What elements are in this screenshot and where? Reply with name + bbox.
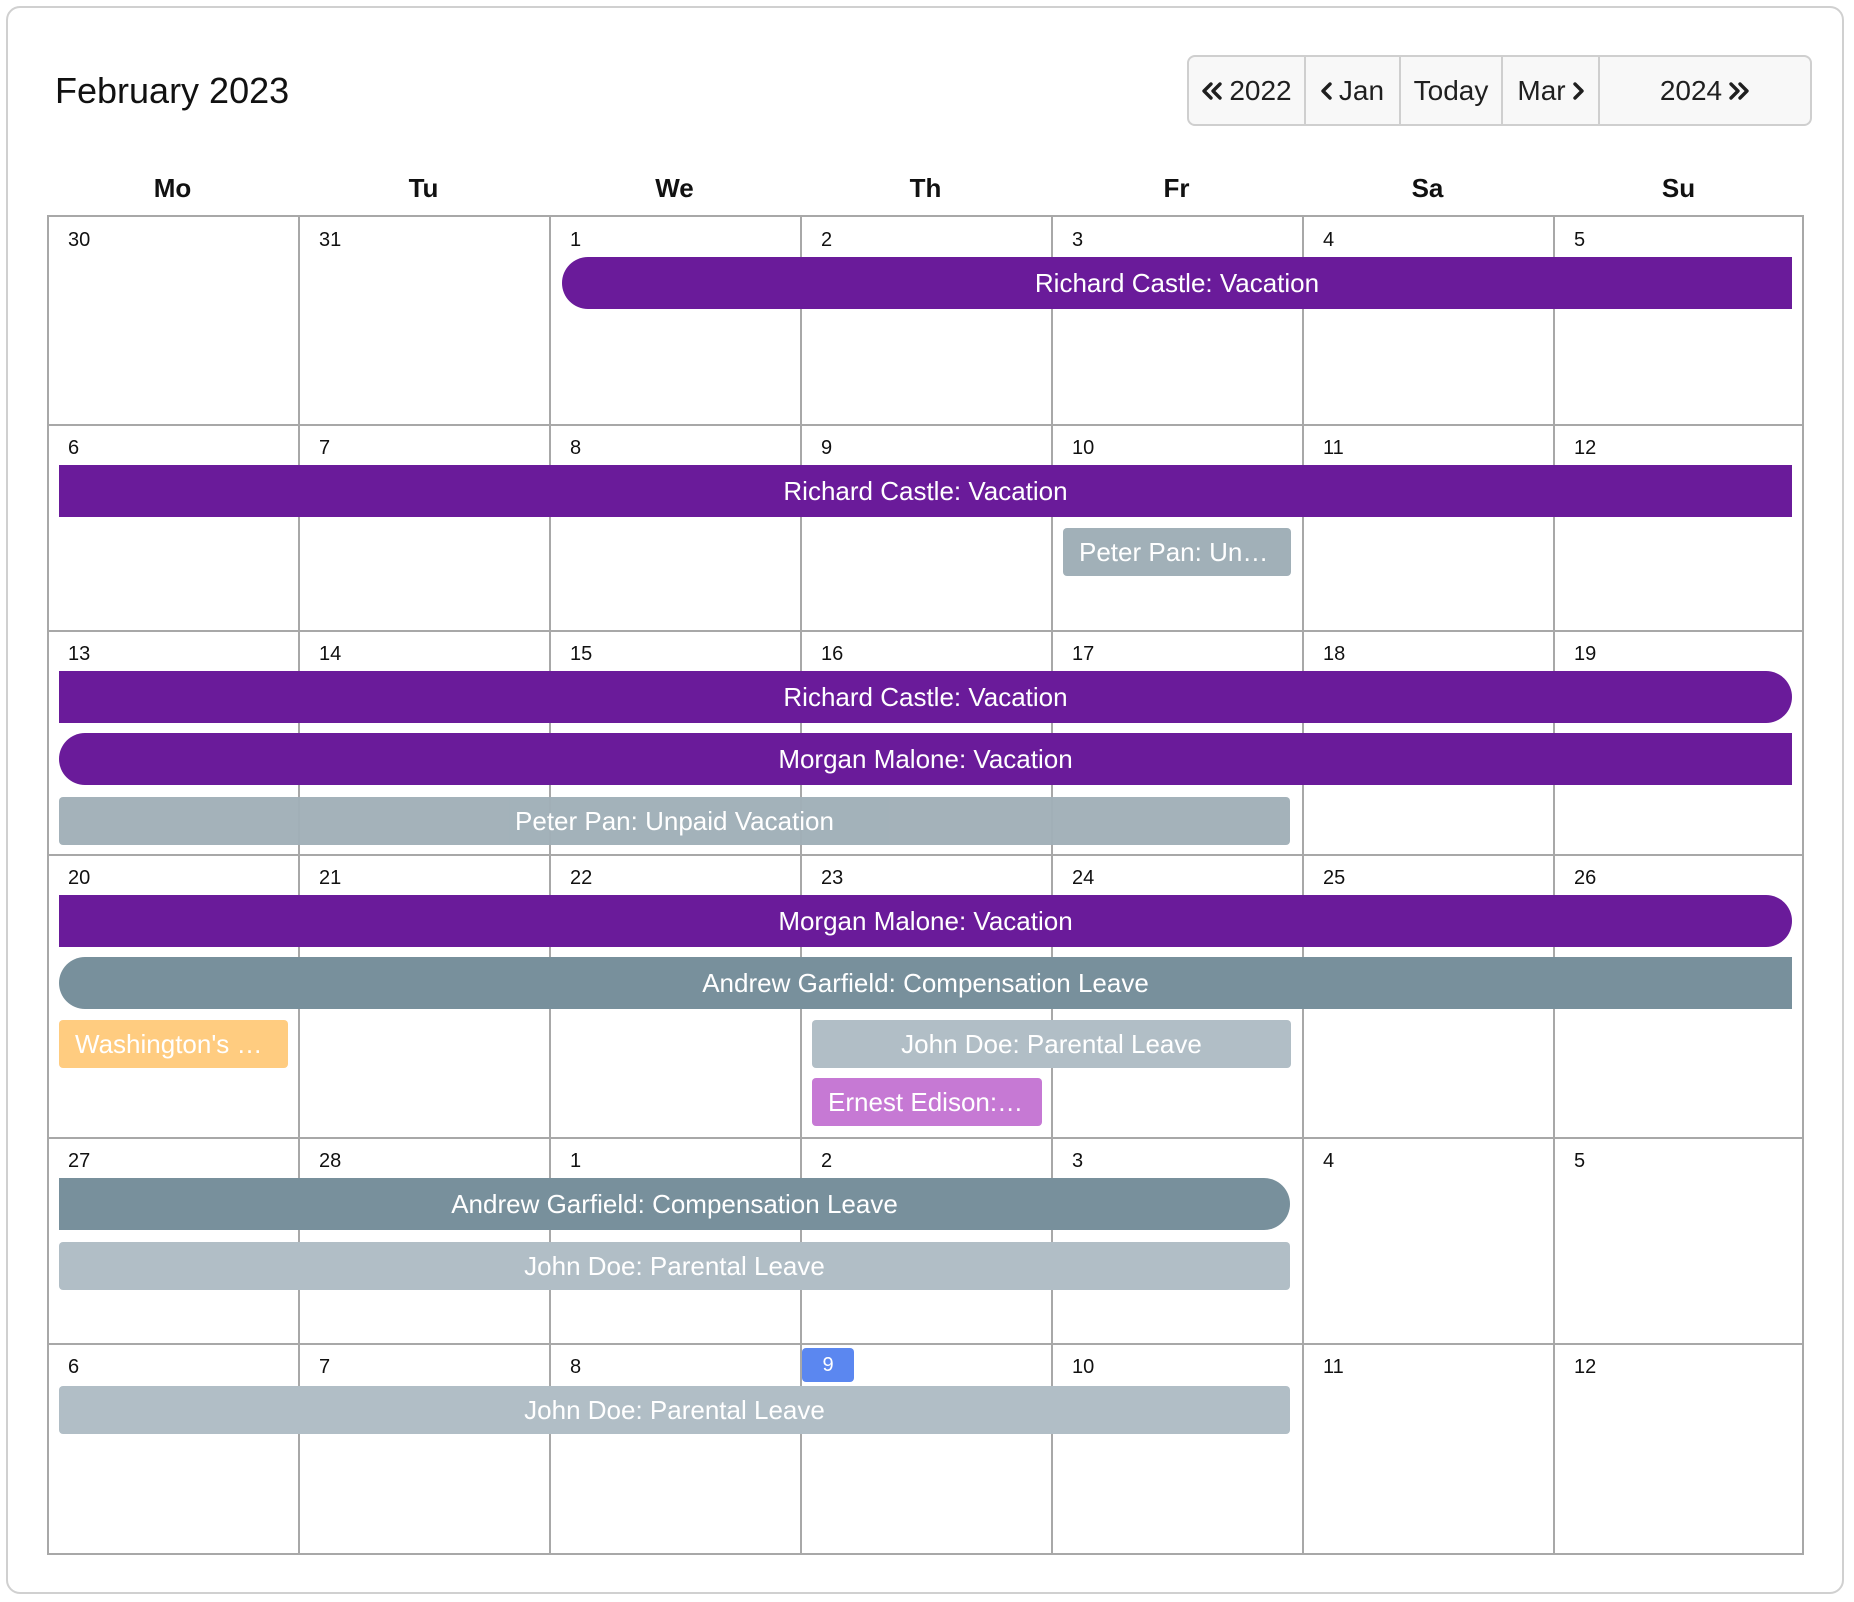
prev-month-label: Jan xyxy=(1338,74,1385,106)
chevron-left-icon xyxy=(1321,81,1332,100)
chevron-right-icon xyxy=(1572,81,1584,100)
calendar-event[interactable]: Peter Pan: Unp… xyxy=(1063,528,1291,576)
grid-line xyxy=(1302,217,1304,1553)
grid-line xyxy=(298,217,300,1553)
month-navigation: 2022 Jan Today Mar 2024 xyxy=(1187,55,1812,126)
weekday-tu: Tu xyxy=(408,173,439,203)
day-number[interactable]: 15 xyxy=(570,641,592,667)
today-button[interactable]: Today xyxy=(1401,57,1503,124)
weekday-mo: Mo xyxy=(153,173,192,203)
calendar-event[interactable]: Morgan Malone: Vacation xyxy=(59,895,1792,947)
weekday-sa: Sa xyxy=(1411,173,1444,203)
day-number[interactable]: 3 xyxy=(1072,227,1083,253)
calendar-event[interactable]: Peter Pan: Unpaid Vacation xyxy=(59,797,1290,845)
weekday-th: Th xyxy=(909,173,942,203)
day-number[interactable]: 6 xyxy=(68,1354,79,1380)
day-number[interactable]: 1 xyxy=(570,227,581,253)
day-number[interactable]: 26 xyxy=(1574,865,1596,891)
day-number[interactable]: 11 xyxy=(1323,435,1344,461)
weekday-header: Mo Tu We Th Fr Sa Su xyxy=(47,168,1804,208)
grid-line xyxy=(549,217,551,1553)
grid-line xyxy=(49,1137,1802,1139)
day-number[interactable]: 2 xyxy=(821,1148,832,1174)
today-label: Today xyxy=(1413,74,1489,106)
calendar-event[interactable]: Morgan Malone: Vacation xyxy=(59,733,1792,785)
calendar-event[interactable]: John Doe: Parental Leave xyxy=(59,1242,1290,1290)
day-number[interactable]: 20 xyxy=(68,865,90,891)
calendar-event[interactable]: Andrew Garfield: Compensation Leave xyxy=(59,1178,1290,1230)
calendar-event[interactable]: John Doe: Parental Leave xyxy=(812,1020,1291,1068)
calendar-event[interactable]: Ernest Edison: … xyxy=(812,1078,1042,1126)
day-number[interactable]: 17 xyxy=(1072,641,1094,667)
day-number[interactable]: 14 xyxy=(319,641,341,667)
grid-line xyxy=(49,630,1802,632)
day-number[interactable]: 12 xyxy=(1574,1354,1596,1380)
double-chevron-left-icon xyxy=(1202,81,1223,100)
day-number[interactable]: 22 xyxy=(570,865,592,891)
day-number[interactable]: 18 xyxy=(1323,641,1345,667)
prev-year-button[interactable]: 2022 xyxy=(1189,57,1306,124)
day-number[interactable]: 4 xyxy=(1323,227,1334,253)
next-month-button[interactable]: Mar xyxy=(1503,57,1600,124)
weekday-we: We xyxy=(655,173,694,203)
day-number[interactable]: 7 xyxy=(319,1354,330,1380)
next-year-label: 2024 xyxy=(1659,74,1723,106)
month-title: February 2023 xyxy=(55,70,290,111)
day-number[interactable]: 3 xyxy=(1072,1148,1083,1174)
day-number[interactable]: 16 xyxy=(821,641,843,667)
day-number[interactable]: 25 xyxy=(1323,865,1345,891)
day-number[interactable]: 19 xyxy=(1574,641,1596,667)
day-number[interactable]: 2 xyxy=(821,227,832,253)
day-number[interactable]: 5 xyxy=(1574,1148,1585,1174)
day-number[interactable]: 13 xyxy=(68,641,90,667)
day-number[interactable]: 1 xyxy=(570,1148,581,1174)
day-number[interactable]: 31 xyxy=(319,227,341,253)
weekday-fr: Fr xyxy=(1163,173,1190,203)
day-number[interactable]: 6 xyxy=(68,435,79,461)
grid-line xyxy=(1051,217,1053,1553)
calendar-event[interactable]: Richard Castle: Vacation xyxy=(562,257,1792,309)
today-day-number[interactable]: 9 xyxy=(802,1348,854,1382)
prev-year-label: 2022 xyxy=(1229,74,1292,106)
day-number[interactable]: 23 xyxy=(821,865,843,891)
calendar-event[interactable]: Andrew Garfield: Compensation Leave xyxy=(59,957,1792,1009)
grid-line xyxy=(49,1343,1802,1345)
day-number[interactable]: 10 xyxy=(1072,435,1094,461)
day-number[interactable]: 7 xyxy=(319,435,330,461)
next-month-label: Mar xyxy=(1517,74,1566,106)
grid-line xyxy=(49,424,1802,426)
day-number[interactable]: 9 xyxy=(821,435,832,461)
grid-line xyxy=(49,854,1802,856)
day-number[interactable]: 24 xyxy=(1072,865,1094,891)
day-number[interactable]: 28 xyxy=(319,1148,341,1174)
day-number[interactable]: 8 xyxy=(570,1354,581,1380)
calendar-event[interactable]: Washington's B… xyxy=(59,1020,288,1068)
day-number[interactable]: 27 xyxy=(68,1148,90,1174)
grid-line xyxy=(1553,217,1555,1553)
month-grid: 30 31 1 2 3 4 5 6 7 8 9 10 11 12 13 14 1… xyxy=(47,215,1804,1555)
calendar-event[interactable]: Richard Castle: Vacation xyxy=(59,465,1792,517)
day-number[interactable]: 12 xyxy=(1574,435,1596,461)
calendar-event[interactable]: Richard Castle: Vacation xyxy=(59,671,1792,723)
day-number[interactable]: 30 xyxy=(68,227,90,253)
day-number[interactable]: 21 xyxy=(319,865,341,891)
double-chevron-right-icon xyxy=(1729,81,1749,100)
day-number[interactable]: 8 xyxy=(570,435,581,461)
day-number[interactable]: 11 xyxy=(1323,1354,1344,1380)
day-number[interactable]: 10 xyxy=(1072,1354,1094,1380)
weekday-su: Su xyxy=(1661,173,1696,203)
day-number[interactable]: 5 xyxy=(1574,227,1585,253)
day-number[interactable]: 4 xyxy=(1323,1148,1334,1174)
calendar-event[interactable]: John Doe: Parental Leave xyxy=(59,1386,1290,1434)
next-year-button[interactable]: 2024 xyxy=(1600,57,1810,124)
prev-month-button[interactable]: Jan xyxy=(1306,57,1401,124)
